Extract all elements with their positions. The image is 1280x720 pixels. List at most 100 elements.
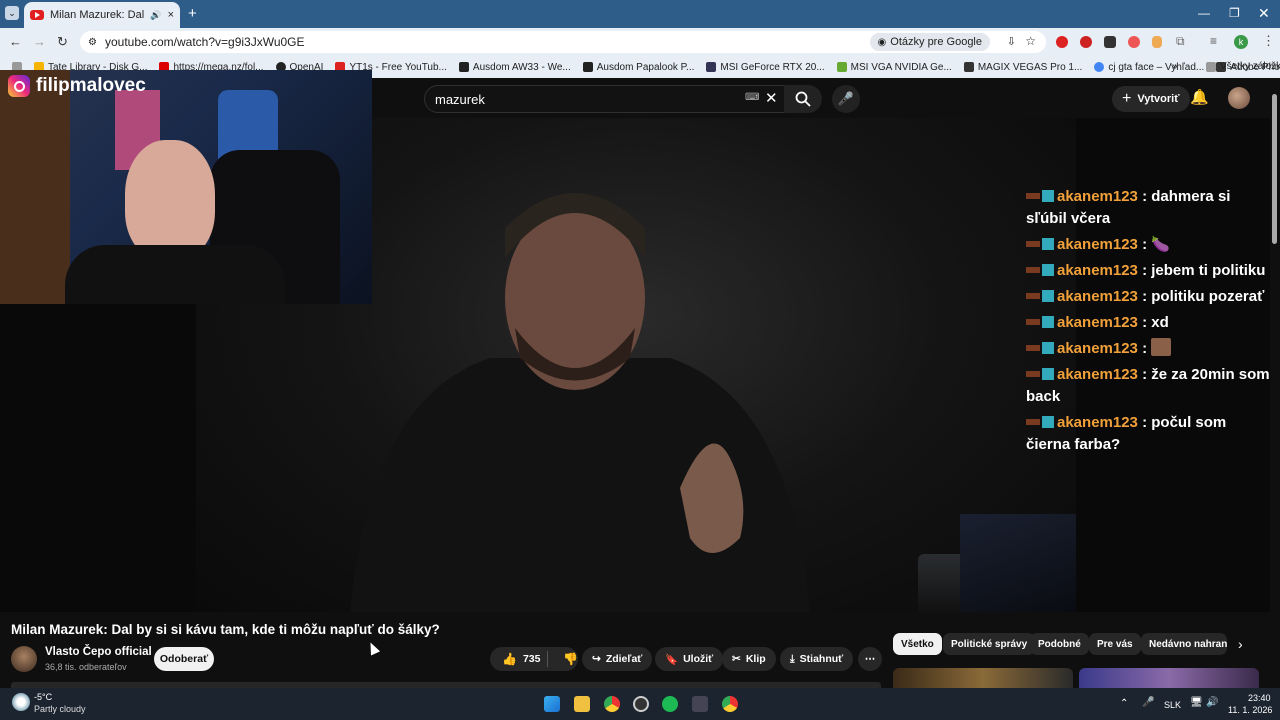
chip-all[interactable]: Všetko xyxy=(893,633,942,655)
clock-time[interactable]: 23:40 xyxy=(1248,693,1271,703)
bookmark-item[interactable]: Ausdom AW33 - We... xyxy=(453,62,577,73)
clear-search-icon[interactable]: ✕ xyxy=(765,89,778,107)
browser-tab-strip: ⌄ Milan Mazurek: Dal by si s 🔊 × + — ❐ ✕ xyxy=(0,0,1280,28)
google-icon xyxy=(1094,62,1105,72)
bookmark-label: Ausdom AW33 - We... xyxy=(472,61,571,73)
streamer-head-image xyxy=(125,140,215,260)
volume-icon[interactable]: 🔊 xyxy=(1206,697,1218,708)
media-icon[interactable]: ≡ xyxy=(1210,34,1217,48)
google-questions-button[interactable]: ◉ Otázky pre Google xyxy=(869,33,990,51)
windows-start-icon[interactable] xyxy=(544,696,560,712)
google-lens-icon: ◉ xyxy=(877,36,887,48)
opera-extension-icon[interactable] xyxy=(1056,36,1068,48)
forward-icon[interactable]: → xyxy=(33,34,46,49)
recommended-thumbnail[interactable] xyxy=(893,668,1073,688)
streamer-body-image xyxy=(65,245,285,304)
door-image xyxy=(0,70,70,304)
channel-name[interactable]: Vlasto Čepo official xyxy=(45,646,152,658)
dislike-button[interactable]: 👎 xyxy=(553,652,578,666)
bookmark-item[interactable]: MSI VGA NVIDIA Ge... xyxy=(831,62,958,73)
weather-desc: Partly cloudy xyxy=(34,704,86,714)
video-editor-icon[interactable] xyxy=(692,696,708,712)
close-window-icon[interactable]: ✕ xyxy=(1258,5,1270,22)
spotify-icon[interactable] xyxy=(662,696,678,712)
create-label: Vytvoriť xyxy=(1137,93,1180,105)
audio-icon[interactable]: 🔊 xyxy=(150,10,161,21)
bookmark-star-icon[interactable]: ☆ xyxy=(1025,34,1036,48)
more-bookmarks-icon[interactable]: » xyxy=(1172,61,1178,72)
weather-icon[interactable] xyxy=(12,693,30,711)
channel-avatar[interactable] xyxy=(11,646,37,672)
user-avatar[interactable] xyxy=(1228,87,1250,109)
chat-message: akanem123 : jebem ti politiku xyxy=(1026,260,1272,282)
chat-username: akanem123 xyxy=(1057,314,1138,331)
voice-search-button[interactable]: 🎤 xyxy=(832,85,860,113)
chip-recently-uploaded[interactable]: Nedávno nahrané xyxy=(1141,633,1227,655)
search-button[interactable] xyxy=(784,85,822,113)
network-icon[interactable]: 🖥 xyxy=(1190,697,1203,708)
tpu-icon xyxy=(836,62,847,72)
chrome-icon[interactable] xyxy=(604,696,620,712)
back-icon[interactable]: ← xyxy=(9,34,22,49)
create-button[interactable]: + Vytvoriť xyxy=(1112,86,1190,112)
download-button[interactable]: ⤓ Stiahnuť xyxy=(780,647,854,671)
tab-search-icon[interactable]: ⌄ xyxy=(5,6,19,20)
tab-youtube[interactable]: Milan Mazurek: Dal by si s 🔊 × xyxy=(24,2,180,28)
menu-kebab-icon[interactable]: ⋮ xyxy=(1262,33,1275,49)
save-button[interactable]: 🔖 Uložiť xyxy=(655,647,724,671)
pinterest-extension-icon[interactable] xyxy=(1080,36,1092,48)
chip-for-you[interactable]: Pre vás xyxy=(1089,633,1141,655)
subscribe-button[interactable]: Odoberať xyxy=(154,647,214,671)
notifications-bell-icon[interactable]: 🔔 xyxy=(1190,88,1209,106)
keyboard-icon[interactable]: ⌨ xyxy=(745,92,759,103)
extension-icon-2[interactable] xyxy=(1128,36,1140,48)
chips-next-chevron-icon[interactable]: › xyxy=(1238,636,1243,652)
chrome-profile-icon[interactable] xyxy=(722,696,738,712)
profile-icon[interactable]: k xyxy=(1234,35,1248,49)
restore-icon[interactable]: ❐ xyxy=(1229,6,1240,20)
bookmark-item[interactable]: cj gta face – Vyhľad... xyxy=(1088,62,1210,73)
clip-button[interactable]: ✂ Klip xyxy=(722,647,776,671)
chip-label: Podobné xyxy=(1038,638,1081,650)
eggplant-emote: 🍆 xyxy=(1151,236,1170,253)
more-actions-button[interactable]: ⋯ xyxy=(858,647,882,671)
language-indicator[interactable]: SLK xyxy=(1164,700,1181,710)
bookmark-item[interactable]: MSI GeForce RTX 20... xyxy=(700,62,830,73)
youtube-favicon-icon xyxy=(30,10,44,20)
page-scrollbar[interactable] xyxy=(1270,78,1280,688)
bookmark-item[interactable]: MAGIX VEGAS Pro 1... xyxy=(958,62,1088,73)
chat-message: akanem123 : politiku pozerať xyxy=(1026,286,1272,308)
extension-icon-3[interactable] xyxy=(1152,36,1162,48)
chat-message: akanem123 : dahmera si sľúbil včera xyxy=(1026,188,1231,227)
chip-similar[interactable]: Podobné xyxy=(1030,633,1089,655)
recommended-thumbnail[interactable] xyxy=(1079,668,1259,688)
extension-icon[interactable] xyxy=(1104,36,1116,48)
all-bookmarks-folder[interactable]: Všetky záložky xyxy=(1200,61,1280,72)
extensions-puzzle-icon[interactable]: ⧉ xyxy=(1176,34,1185,49)
minimize-icon[interactable]: — xyxy=(1198,6,1210,20)
share-button[interactable]: ↪ Zdieľať xyxy=(582,647,653,671)
tray-chevron-icon[interactable]: ⌃ xyxy=(1120,698,1128,709)
chat-prefix-icon xyxy=(1026,267,1040,273)
address-bar[interactable]: ⚙ youtube.com/watch?v=g9i3JxWu0GE ◉ Otáz… xyxy=(80,31,1046,53)
instagram-icon xyxy=(8,75,30,97)
chat-badge-icon xyxy=(1042,416,1054,428)
file-explorer-icon[interactable] xyxy=(574,696,590,712)
new-tab-button[interactable]: + xyxy=(188,5,197,22)
search-input[interactable]: mazurek ⌨ ✕ xyxy=(424,85,786,113)
weather-temp: -5°C xyxy=(34,692,53,702)
install-icon[interactable]: ⇩ xyxy=(1007,35,1016,48)
close-tab-icon[interactable]: × xyxy=(168,9,174,21)
clock-date[interactable]: 11. 1. 2026 xyxy=(1228,705,1272,715)
chat-username: akanem123 xyxy=(1057,366,1138,383)
site-info-icon[interactable]: ⚙ xyxy=(88,37,97,48)
chat-username: akanem123 xyxy=(1057,340,1138,357)
reload-icon[interactable]: ↻ xyxy=(57,34,68,50)
like-button[interactable]: 👍 735 xyxy=(490,652,542,666)
tray-mic-icon[interactable]: 🎤 xyxy=(1142,697,1154,708)
scrollbar-thumb[interactable] xyxy=(1272,94,1277,244)
bookmark-label: cj gta face – Vyhľad... xyxy=(1108,61,1205,73)
bookmark-item[interactable]: Ausdom Papalook P... xyxy=(577,62,701,73)
chip-political-news[interactable]: Politické správy xyxy=(943,633,1036,655)
obs-icon[interactable] xyxy=(633,696,649,712)
